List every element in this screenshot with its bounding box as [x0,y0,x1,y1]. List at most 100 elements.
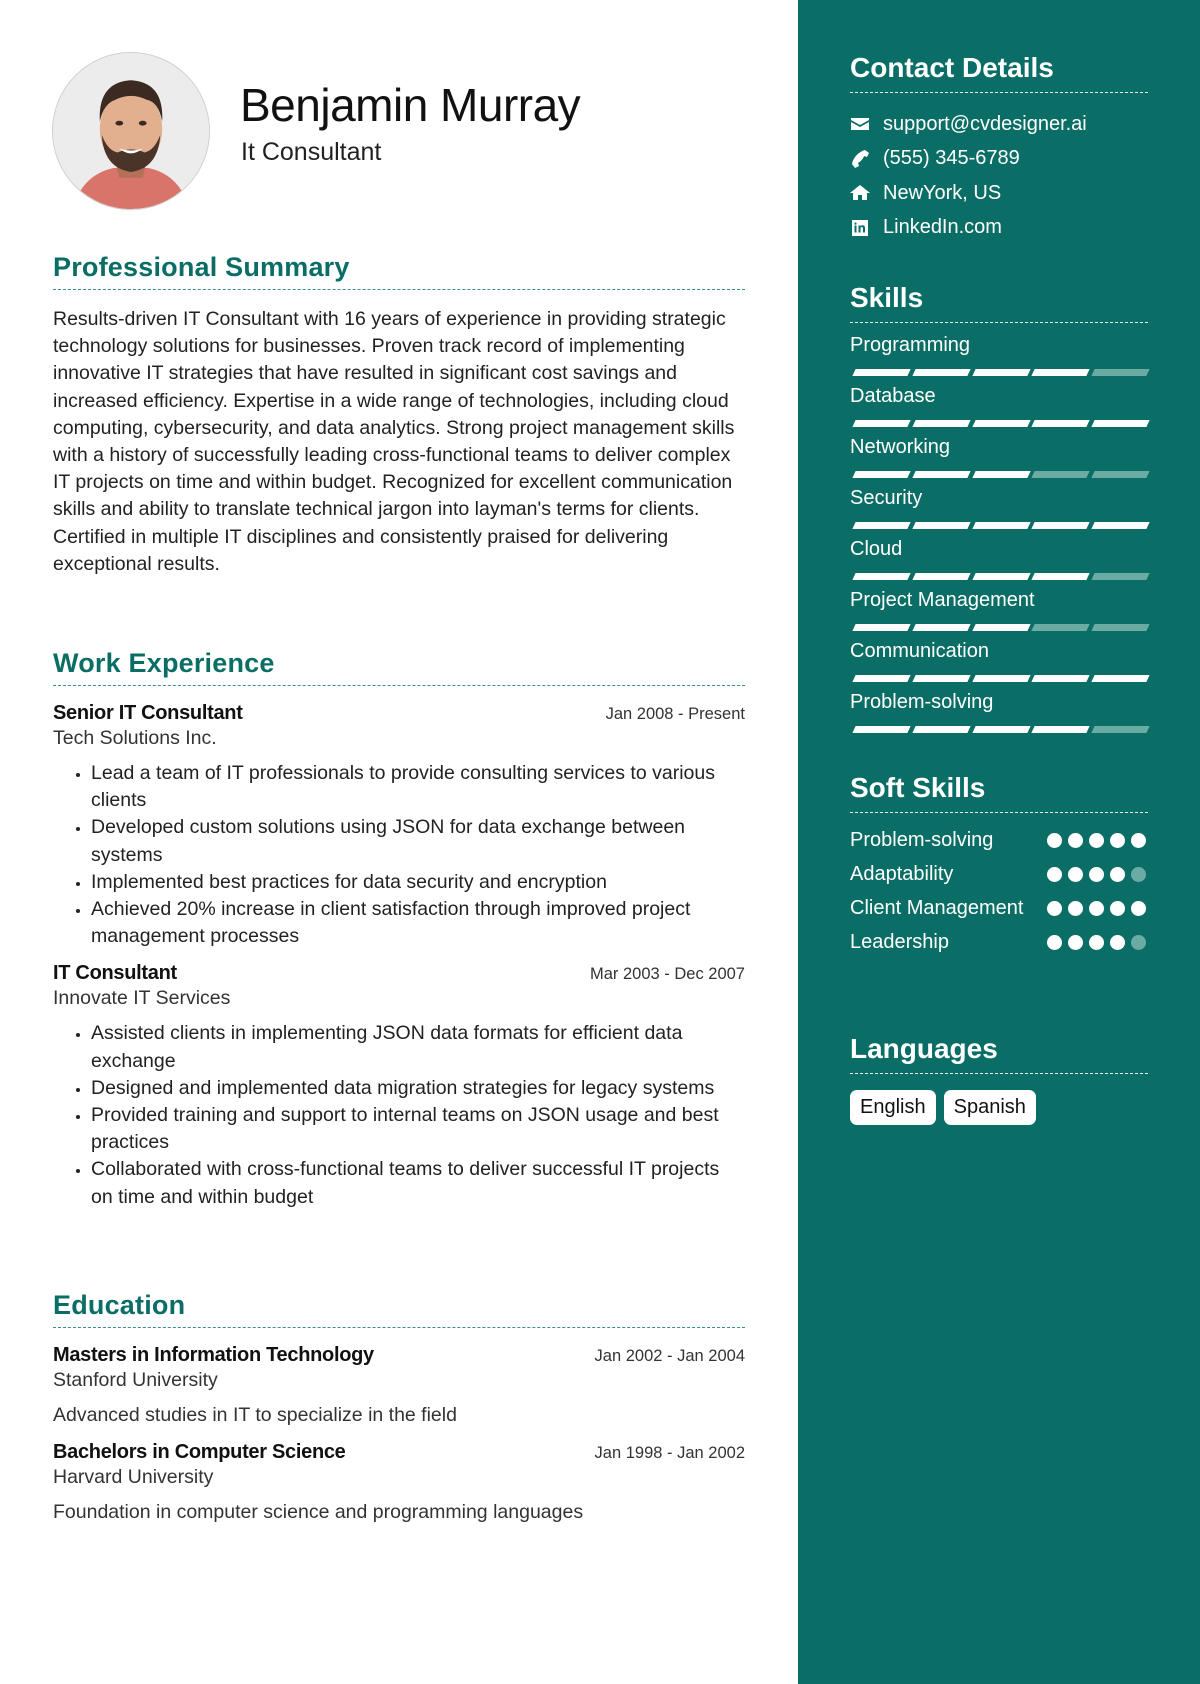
skill-segment-filled [971,369,1031,376]
rating-dot-filled [1089,867,1104,882]
skill-segment-filled [1091,675,1150,682]
skill-segment-filled [852,369,911,376]
rating-dot-empty [1131,867,1146,882]
candidate-name: Benjamin Murray [240,79,581,131]
skill-segment-filled [1031,420,1090,427]
soft-skill-rating [1047,935,1148,950]
contact-linkedin-text: LinkedIn.com [883,216,1002,239]
skill-segment-empty [1091,726,1150,733]
job-title: IT Consultant [53,962,177,985]
skill-segment-filled [912,420,971,427]
skill-name: Project Management [850,589,1035,611]
soft-skill-item: Client Management [850,895,1148,922]
degree-date: Jan 2002 - Jan 2004 [594,1347,745,1365]
skill-item: Communication [850,637,1150,682]
skill-item: Networking [850,433,1150,478]
skill-level-bar [850,369,1150,376]
contact-linkedin[interactable]: LinkedIn.com [850,211,1148,246]
education-section: Education Masters in Information Technol… [53,1290,745,1524]
language-tag: Spanish [943,1090,1036,1125]
skill-name: Security [850,487,923,509]
job-date: Mar 2003 - Dec 2007 [589,965,745,984]
soft-skill-item: Leadership [850,929,1148,956]
languages-list: English Spanish [850,1090,1148,1125]
languages-heading: Languages [850,1033,1148,1074]
skill-item: Security [850,484,1150,529]
skill-level-bar [850,573,1150,580]
skill-name: Problem-solving [850,691,994,713]
skill-item: Project Management [850,586,1150,631]
rating-dot-filled [1068,867,1083,882]
skill-level-bar [850,624,1150,631]
rating-dot-filled [1068,901,1083,916]
skill-segment-empty [1091,471,1150,478]
contact-phone-text: (555) 345-6789 [883,147,1020,170]
soft-skill-rating [1047,901,1148,916]
job-bullet: Implemented best practices for data secu… [91,869,745,896]
skill-segment-empty [1091,573,1150,580]
experience-heading: Work Experience [53,648,745,686]
contact-location-text: NewYork, US [883,181,1002,204]
skill-segment-empty [1031,624,1090,631]
summary-heading: Professional Summary [53,252,745,290]
rating-dot-filled [1047,935,1062,950]
skills-list: Programming Database Networking Security Clo… [850,331,1150,733]
degree-description: Foundation in computer science and progr… [53,1501,584,1523]
skill-segment-filled [912,726,971,733]
skill-segment-filled [912,522,971,529]
skill-name: Networking [850,436,951,458]
soft-skill-item: Adaptability [850,861,1148,888]
rating-dot-filled [1110,901,1125,916]
school-name: Stanford University [53,1369,218,1391]
education-entry: Masters in Information Technology Jan 20… [53,1344,745,1427]
main-column: Benjamin Murray It Consultant Profession… [0,0,798,1684]
skill-name: Database [850,385,936,407]
rating-dot-filled [1047,833,1062,848]
experience-section: Work Experience Senior IT Consultant Jan… [53,648,745,1211]
skill-name: Cloud [850,538,903,560]
soft-skill-name: Leadership [850,931,949,953]
skill-segment-filled [912,675,971,682]
sidebar: Contact Details support@cvdesigner.ai (5… [798,0,1200,1684]
contact-email-text: support@cvdesigner.ai [883,112,1087,135]
job-bullet: Designed and implemented data migration … [91,1075,745,1102]
rating-dot-filled [1068,935,1083,950]
skill-segment-filled [971,573,1031,580]
education-heading: Education [53,1290,745,1328]
profile-photo [52,52,210,210]
skill-item: Cloud [850,535,1150,580]
skill-segment-filled [852,522,911,529]
skill-segment-filled [852,573,911,580]
skill-name: Programming [850,334,971,356]
soft-skills-section: Soft Skills Problem-solving Adaptability C… [850,772,1148,963]
contact-email[interactable]: support@cvdesigner.ai [850,107,1148,142]
skill-segment-empty [1031,471,1090,478]
summary-text: Results-driven IT Consultant with 16 yea… [53,308,735,575]
skill-level-bar [850,675,1150,682]
soft-skills-heading: Soft Skills [850,772,1148,813]
skill-segment-filled [971,624,1031,631]
rating-dot-filled [1131,833,1146,848]
rating-dot-filled [1068,833,1083,848]
contact-phone[interactable]: (555) 345-6789 [850,142,1148,177]
job-title: Senior IT Consultant [53,702,243,724]
skill-segment-filled [1031,573,1090,580]
rating-dot-filled [1110,833,1125,848]
job-bullets: Lead a team of IT professionals to provi… [53,760,745,950]
skill-item: Programming [850,331,1150,376]
avatar-icon [53,53,209,209]
skill-segment-filled [912,471,971,478]
school-name: Harvard University [53,1466,214,1488]
skill-segment-filled [852,726,911,733]
job-bullet: Assisted clients in implementing JSON da… [91,1020,745,1074]
skill-segment-filled [1091,420,1150,427]
job-bullet: Lead a team of IT professionals to provi… [91,760,745,814]
skill-segment-filled [852,624,911,631]
skill-segment-filled [912,573,971,580]
skill-level-bar [850,420,1150,427]
rating-dot-filled [1089,833,1104,848]
job-bullet: Collaborated with cross-functional teams… [91,1156,745,1210]
skill-item: Problem-solving [850,688,1150,733]
skills-section: Skills Programming Database Networking Secu… [850,282,1150,733]
skill-segment-filled [1031,369,1090,376]
